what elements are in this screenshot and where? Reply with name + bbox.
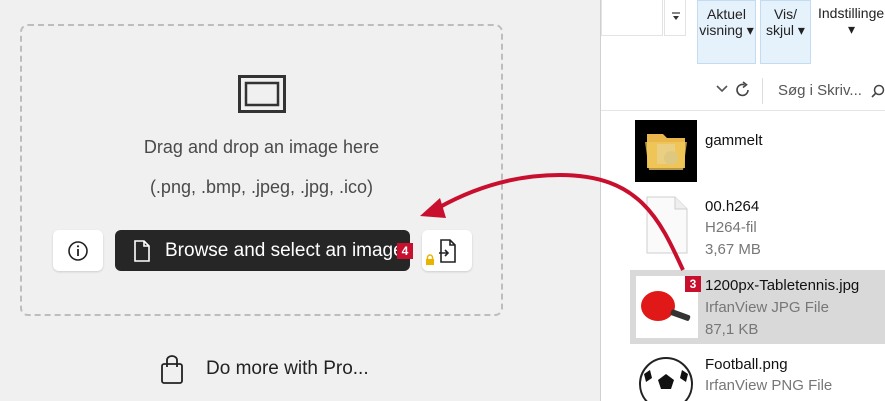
chevron-down-icon — [672, 12, 680, 20]
current-view-button[interactable]: Aktuel visning ▾ — [697, 0, 756, 64]
file-type: IrfanView PNG File — [705, 377, 833, 394]
file-type: IrfanView JPG File — [705, 299, 829, 316]
browse-image-button[interactable]: Browse and select an image — [115, 230, 410, 271]
ribbon-dropdown-button[interactable] — [664, 0, 686, 36]
ribbon-dropdown-field[interactable] — [601, 0, 663, 36]
football-thumbnail — [639, 357, 693, 401]
import-pro-button[interactable] — [422, 230, 472, 271]
image-frame-icon — [238, 75, 286, 113]
current-view-label-2: visning ▾ — [699, 22, 754, 38]
folder-thumbnail — [635, 120, 697, 182]
file-name: gammelt — [705, 132, 763, 149]
refresh-icon[interactable] — [735, 81, 751, 99]
options-button[interactable]: Indstillinger ▾ — [818, 0, 885, 37]
drop-instruction: Drag and drop an image here — [143, 137, 380, 157]
file-name: 1200px-Tabletennis.jpg — [705, 277, 860, 294]
folder-icon — [645, 134, 687, 170]
file-item-football[interactable]: Football.png IrfanView PNG File — [630, 350, 885, 401]
drop-zone[interactable] — [20, 24, 503, 316]
current-view-label-1: Aktuel — [707, 6, 746, 22]
file-type: H264-fil — [705, 219, 757, 236]
file-size: 3,67 MB — [705, 241, 761, 258]
step-badge-4: 4 — [397, 243, 413, 259]
address-toolbar: Søg i Skriv... — [601, 70, 885, 111]
file-name: 00.h264 — [705, 198, 760, 215]
blank-file-icon — [646, 196, 688, 254]
pane-divider — [600, 0, 601, 401]
supported-formats: (.png, .bmp, .jpeg, .jpg, .ico) — [149, 177, 374, 197]
chevron-down-icon[interactable] — [715, 84, 729, 94]
file-item-gammelt[interactable]: gammelt — [630, 112, 885, 182]
step-badge-3: 3 — [685, 276, 701, 292]
file-item-tabletennis[interactable]: 3 1200px-Tabletennis.jpg IrfanView JPG F… — [630, 270, 885, 344]
options-dropdown-icon: ▾ — [847, 21, 856, 37]
upload-panel: Drag and drop an image here (.png, .bmp,… — [0, 0, 600, 401]
file-name: Football.png — [705, 356, 788, 373]
search-icon — [871, 84, 885, 98]
lock-icon — [426, 254, 434, 265]
pro-upsell-link[interactable]: Do more with Pro... — [160, 355, 369, 391]
file-item-h264[interactable]: 00.h264 H264-fil 3,67 MB — [630, 190, 885, 258]
info-icon — [68, 241, 88, 261]
add-file-icon — [134, 240, 150, 262]
search-input[interactable]: Søg i Skriv... — [762, 78, 885, 104]
file-size: 87,1 KB — [705, 321, 759, 338]
search-placeholder: Søg i Skriv... — [778, 82, 862, 99]
browse-button-label: Browse and select an image — [165, 240, 404, 261]
options-label: Indstillinger — [818, 5, 885, 21]
pro-upsell-label: Do more with Pro... — [206, 358, 369, 379]
show-hide-label-1: Vis/ — [773, 6, 798, 22]
show-hide-button[interactable]: Vis/ skjul ▾ — [760, 0, 811, 64]
show-hide-label-2: skjul ▾ — [766, 22, 805, 38]
shopping-bag-icon — [161, 355, 183, 384]
info-button[interactable] — [53, 230, 103, 271]
import-file-icon — [439, 239, 456, 263]
